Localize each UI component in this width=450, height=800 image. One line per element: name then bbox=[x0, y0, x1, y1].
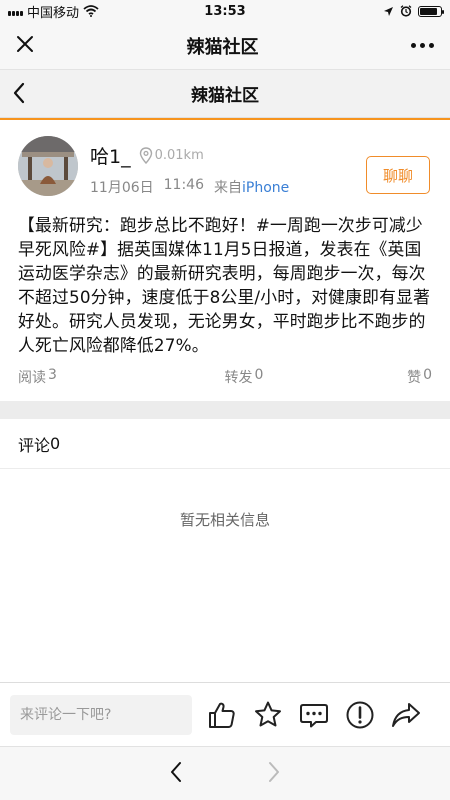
battery-level bbox=[420, 7, 437, 15]
post-time: 11:46 bbox=[163, 177, 204, 193]
more-icon[interactable] bbox=[411, 43, 434, 48]
thumbs-up-icon[interactable] bbox=[206, 699, 238, 731]
comments-header: 评论 0 bbox=[0, 419, 450, 469]
like-label: 赞 bbox=[407, 370, 422, 386]
source-prefix: 来自 bbox=[214, 180, 242, 196]
post-card: 哈1_ 0.01km 11月06日 11:46 来自iPhone 聊聊 【最新研… bbox=[0, 120, 450, 389]
repost-count: 0 bbox=[254, 367, 264, 383]
alert-icon[interactable] bbox=[344, 699, 376, 731]
post-header: 哈1_ 0.01km 11月06日 11:46 来自iPhone 聊聊 bbox=[18, 136, 432, 197]
like-count: 0 bbox=[423, 367, 432, 383]
section-gap bbox=[0, 401, 450, 419]
comments-count: 0 bbox=[50, 434, 61, 453]
repost-label: 转发 bbox=[224, 370, 253, 386]
alarm-icon bbox=[400, 5, 412, 17]
back-arrow-icon[interactable] bbox=[12, 82, 26, 108]
browser-bottom-nav bbox=[0, 746, 450, 800]
battery-icon bbox=[418, 5, 444, 17]
avatar[interactable] bbox=[18, 136, 78, 196]
status-bar: 中国移动 13:53 bbox=[0, 0, 450, 22]
location-pin-icon bbox=[139, 147, 152, 164]
share-icon[interactable] bbox=[390, 699, 422, 731]
read-label: 阅读 bbox=[18, 370, 46, 386]
wechat-nav-bar: 辣猫社区 bbox=[0, 22, 450, 70]
star-icon[interactable] bbox=[252, 699, 284, 731]
name-row: 哈1_ 0.01km bbox=[90, 142, 289, 169]
page-title: 辣猫社区 bbox=[191, 86, 259, 106]
repost-stat[interactable]: 转发 0 bbox=[225, 367, 264, 389]
location-arrow-icon bbox=[384, 6, 393, 16]
carrier-label: 中国移动 bbox=[27, 5, 80, 21]
post-meta: 11月06日 11:46 来自iPhone bbox=[90, 177, 289, 197]
like-stat[interactable]: 赞0 bbox=[407, 367, 432, 389]
status-right bbox=[383, 5, 444, 17]
read-count: 3 bbox=[48, 367, 57, 383]
distance-info: 0.01km bbox=[139, 147, 204, 164]
chevron-right-icon[interactable] bbox=[267, 761, 281, 787]
comments-label: 评论 bbox=[18, 435, 51, 455]
distance-label: 0.01km bbox=[154, 148, 204, 163]
empty-comments-message: 暂无相关信息 bbox=[179, 511, 270, 529]
wechat-nav-title: 辣猫社区 bbox=[186, 36, 259, 58]
wifi-icon bbox=[83, 5, 99, 17]
chevron-left-icon[interactable] bbox=[169, 761, 183, 787]
comment-bar bbox=[0, 682, 450, 746]
status-left: 中国移动 bbox=[8, 2, 99, 21]
page-header: 辣猫社区 bbox=[0, 70, 450, 118]
chat-button[interactable]: 聊聊 bbox=[366, 156, 430, 194]
username[interactable]: 哈1_ bbox=[90, 142, 131, 169]
close-icon[interactable] bbox=[16, 35, 34, 57]
comment-bubble-icon[interactable] bbox=[298, 699, 330, 731]
user-info: 哈1_ 0.01km 11月06日 11:46 来自iPhone bbox=[90, 136, 289, 197]
post-source: 来自iPhone bbox=[214, 177, 289, 197]
post-date: 11月06日 bbox=[90, 180, 154, 196]
post-body: 【最新研究：跑步总比不跑好！#一周跑一次步可减少早死风险#】据英国媒体11月5日… bbox=[18, 215, 431, 355]
read-stat: 阅读 3 bbox=[18, 367, 57, 389]
action-icons bbox=[206, 699, 422, 731]
signal-icon bbox=[8, 7, 23, 16]
comment-input[interactable] bbox=[10, 694, 192, 735]
post-stats: 阅读 3 转发 0 赞0 bbox=[18, 367, 432, 389]
source-device: iPhone bbox=[242, 180, 290, 196]
